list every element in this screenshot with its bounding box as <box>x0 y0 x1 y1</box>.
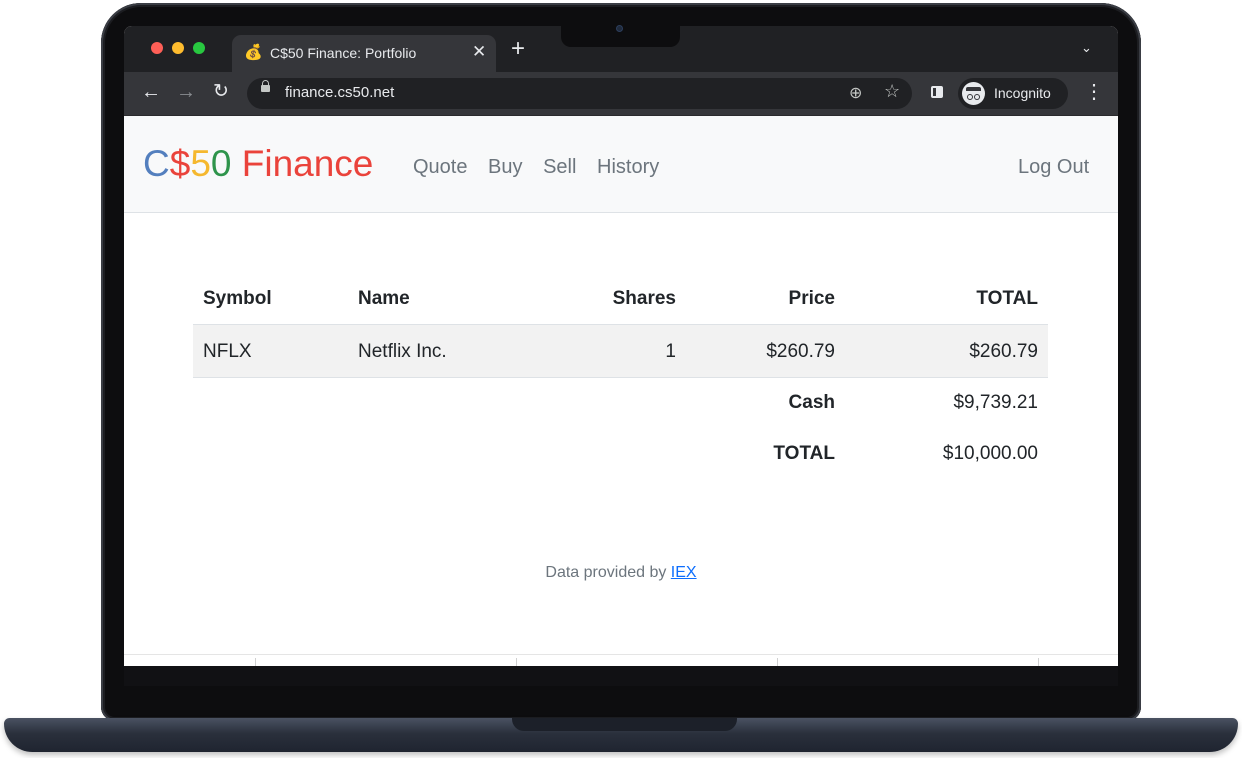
cash-label: Cash <box>788 392 835 413</box>
incognito-icon <box>962 82 985 105</box>
divider-tick <box>255 658 256 666</box>
incognito-label: Incognito <box>994 85 1051 101</box>
header-price: Price <box>788 288 835 309</box>
nav-link-sell[interactable]: Sell <box>543 156 576 178</box>
window-minimize-button[interactable] <box>172 42 184 54</box>
browser-toolbar: ← → ↻ finance.cs50.net ⊕ ☆ Incognito ⋮ <box>124 72 1118 116</box>
brand-c: C <box>143 143 170 184</box>
divider <box>124 654 1118 655</box>
cell-name: Netflix Inc. <box>358 341 447 362</box>
table-row: NFLX Netflix Inc. 1 $260.79 $260.79 <box>193 324 1048 378</box>
nav-links: Quote Buy Sell History <box>413 156 674 179</box>
grand-total-row: TOTAL $10,000.00 <box>193 427 1048 479</box>
header-name: Name <box>358 288 410 309</box>
nav-link-buy[interactable]: Buy <box>488 156 522 178</box>
logout-link[interactable]: Log Out <box>1018 156 1089 179</box>
star-icon[interactable]: ☆ <box>884 81 900 102</box>
nav-link-quote[interactable]: Quote <box>413 156 467 178</box>
divider-tick <box>777 658 778 666</box>
footer-text: Data provided by <box>545 564 671 581</box>
browser-tab[interactable]: 💰 C$50 Finance: Portfolio ✕ <box>232 35 496 72</box>
zoom-icon[interactable]: ⊕ <box>849 83 862 103</box>
money-bag-icon: 💰 <box>244 44 263 61</box>
cash-row: Cash $9,739.21 <box>193 376 1048 428</box>
camera-notch <box>561 26 680 47</box>
address-bar[interactable]: finance.cs50.net ⊕ ☆ <box>247 78 912 109</box>
close-icon[interactable]: ✕ <box>472 42 486 62</box>
laptop-base <box>4 718 1238 752</box>
back-arrow-icon[interactable]: ← <box>141 80 161 104</box>
cell-price: $260.79 <box>766 341 835 362</box>
browser-window: 💰 C$50 Finance: Portfolio ✕ + ⌄ ← → ↻ fi… <box>124 26 1118 666</box>
brand-zero: 0 <box>210 143 232 184</box>
cash-value: $9,739.21 <box>953 392 1038 413</box>
header-total: TOTAL <box>976 288 1038 309</box>
webcam <box>617 26 622 31</box>
lock-icon <box>261 80 270 92</box>
header-symbol: Symbol <box>203 288 272 309</box>
divider-tick <box>1038 658 1039 666</box>
grand-total-value: $10,000.00 <box>942 443 1038 464</box>
url-text[interactable]: finance.cs50.net <box>285 84 394 101</box>
cell-shares: 1 <box>665 341 676 362</box>
footer: Data provided by IEX <box>124 564 1118 582</box>
iex-link[interactable]: IEX <box>671 564 697 581</box>
cell-symbol: NFLX <box>203 341 252 362</box>
nav-link-history[interactable]: History <box>597 156 659 178</box>
divider-tick <box>516 658 517 666</box>
window-close-button[interactable] <box>151 42 163 54</box>
reload-icon[interactable]: ↻ <box>213 80 229 104</box>
site-navbar: C$50 Finance Quote Buy Sell History Log … <box>124 116 1118 213</box>
cell-total: $260.79 <box>969 341 1038 362</box>
side-panel-icon[interactable] <box>931 86 943 98</box>
brand-dollar: $ <box>169 143 191 184</box>
header-shares: Shares <box>612 288 676 309</box>
forward-arrow-icon[interactable]: → <box>176 80 196 104</box>
window-zoom-button[interactable] <box>193 42 205 54</box>
kebab-menu-icon[interactable]: ⋮ <box>1084 80 1104 104</box>
grand-total-label: TOTAL <box>773 443 835 464</box>
brand-five: 5 <box>190 143 211 184</box>
tab-title: C$50 Finance: Portfolio <box>270 45 417 61</box>
screen-bezel-bottom <box>124 666 1118 686</box>
brand-logo[interactable]: C$50 Finance <box>143 143 373 185</box>
brand-finance: Finance <box>231 143 374 184</box>
incognito-profile-button[interactable]: Incognito <box>958 78 1068 109</box>
plus-icon[interactable]: + <box>511 37 525 61</box>
lid-opening-notch <box>512 718 737 731</box>
chevron-down-icon[interactable]: ⌄ <box>1081 40 1092 56</box>
table-header-row: Symbol Name Shares Price TOTAL <box>193 272 1048 324</box>
